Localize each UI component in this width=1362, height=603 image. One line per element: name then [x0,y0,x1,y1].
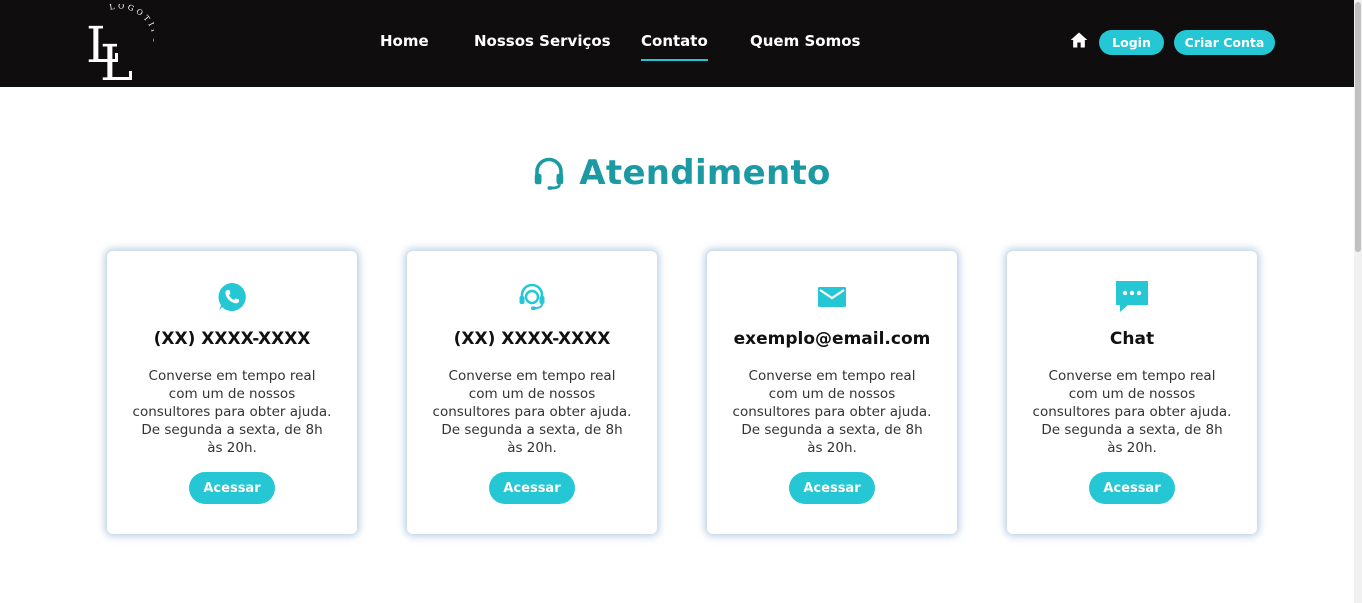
card-title: exemplo@email.com [733,329,931,349]
contact-card-chat: Chat Converse em tempo real com um de no… [1007,251,1257,534]
access-button[interactable]: Acessar [1089,472,1175,504]
card-description: Converse em tempo real com um de nossos … [1032,368,1232,456]
login-button[interactable]: Login [1099,30,1164,55]
card-title: Chat [1109,329,1155,349]
card-description: Converse em tempo real com um de nossos … [732,368,932,456]
scrollbar-thumb[interactable] [1355,2,1361,252]
contact-card-whatsapp: (XX) XXXX-XXXX Converse em tempo real co… [107,251,357,534]
access-button[interactable]: Acessar [189,472,275,504]
contact-card-phone: (XX) XXXX-XXXX Converse em tempo real co… [407,251,657,534]
card-title: (XX) XXXX-XXXX [453,329,611,349]
signup-button[interactable]: Criar Conta [1174,30,1275,55]
whatsapp-icon [218,283,246,311]
card-title: (XX) XXXX-XXXX [153,329,311,349]
card-description: Converse em tempo real com um de nossos … [132,368,332,456]
page-title: Atendimento [579,153,831,193]
email-icon [818,287,846,307]
contact-card-email: exemplo@email.com Converse em tempo real… [707,251,957,534]
home-icon[interactable] [1069,30,1089,50]
nav-contato[interactable]: Contato [641,32,708,61]
chat-icon [1116,281,1148,312]
scrollbar[interactable] [1354,0,1362,603]
nav-nossos-servicos[interactable]: Nossos Serviços [474,32,611,50]
card-description: Converse em tempo real com um de nossos … [432,368,632,456]
headset-icon [535,157,564,190]
nav-home[interactable]: Home [380,32,429,50]
nav-quem-somos[interactable]: Quem Somos [750,32,860,50]
top-navbar: L L LOGOTIPO Home Nossos Serviços Contat… [0,0,1362,87]
access-button[interactable]: Acessar [789,472,875,504]
section-heading: Atendimento [0,148,1362,198]
support-agent-icon [519,283,545,310]
access-button[interactable]: Acessar [489,472,575,504]
